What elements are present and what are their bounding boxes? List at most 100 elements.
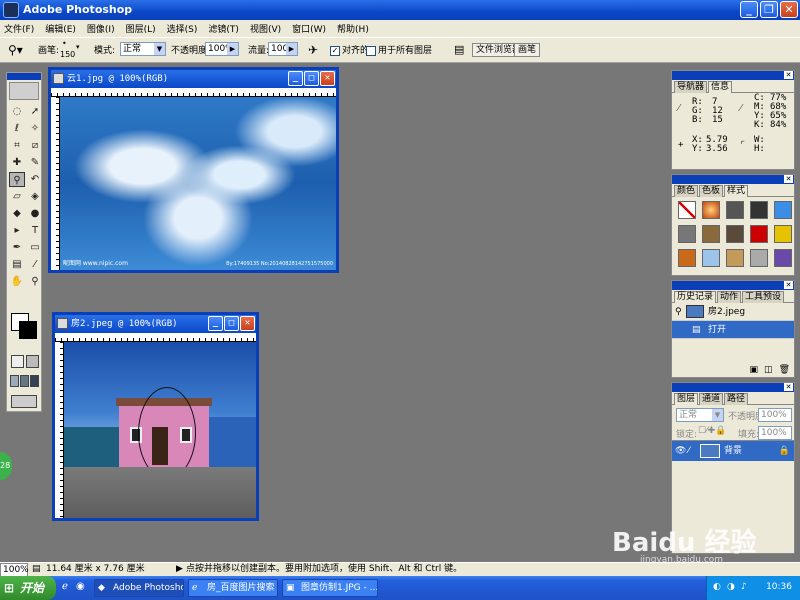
style-swatch[interactable] bbox=[726, 225, 744, 243]
lock-icons[interactable]: ☐⁄✚🔒 bbox=[698, 426, 726, 436]
notes-tool-icon[interactable]: ▤ bbox=[9, 257, 25, 272]
lasso-tool-icon[interactable]: ℓ bbox=[9, 121, 25, 136]
menu-help[interactable]: 帮助(H) bbox=[337, 22, 369, 35]
document-window-clouds[interactable]: 云1.jpg @ 100%(RGB) _ □ ✕ 昵图网 www.nipic.c… bbox=[48, 67, 339, 273]
tab-tool-presets[interactable]: 工具预设 bbox=[742, 291, 785, 303]
tab-history[interactable]: 历史记录 bbox=[674, 291, 717, 303]
trash-icon[interactable]: 🗑 bbox=[779, 365, 790, 375]
document-window-house[interactable]: 房2.jpeg @ 100%(RGB) _ □ ✕ bbox=[52, 312, 259, 521]
eraser-tool-icon[interactable]: ▱ bbox=[9, 189, 25, 204]
tab-color[interactable]: 颜色 bbox=[674, 185, 699, 197]
menu-image[interactable]: 图像(I) bbox=[87, 22, 115, 35]
document-size[interactable]: 11.64 厘米 x 7.76 厘米 bbox=[46, 563, 145, 576]
style-swatch[interactable] bbox=[774, 225, 792, 243]
ie-quicklaunch-icon[interactable]: ℯ bbox=[62, 581, 68, 592]
style-swatch[interactable] bbox=[726, 249, 744, 267]
standard-screen-mode-icon[interactable] bbox=[10, 375, 19, 387]
menu-window[interactable]: 窗口(W) bbox=[292, 22, 326, 35]
full-screen-mode-icon[interactable] bbox=[30, 375, 39, 387]
brush-tool-icon[interactable]: ✎ bbox=[27, 155, 43, 170]
close-icon[interactable]: ✕ bbox=[784, 71, 793, 79]
task-photoshop[interactable]: ◆ Adobe Photoshop bbox=[94, 579, 184, 597]
maximize-button[interactable]: □ bbox=[304, 71, 319, 86]
task-baidu-image-search[interactable]: ℯ房_百度图片搜索 ... bbox=[188, 579, 278, 597]
layer-opacity-field[interactable]: 100% bbox=[758, 408, 792, 422]
background-color-swatch[interactable] bbox=[19, 321, 37, 339]
close-icon[interactable]: ✕ bbox=[784, 281, 793, 289]
marquee-tool-icon[interactable]: ◌ bbox=[9, 104, 25, 119]
shape-tool-icon[interactable]: ▭ bbox=[27, 240, 43, 255]
tools-palette-titlebar[interactable] bbox=[7, 73, 41, 80]
layer-row-background[interactable]: 👁 ⁄ 背景 🔒 bbox=[672, 441, 794, 461]
dodge-tool-icon[interactable]: ● bbox=[27, 206, 43, 221]
full-screen-menu-mode-icon[interactable] bbox=[20, 375, 29, 387]
style-swatch[interactable] bbox=[702, 225, 720, 243]
menu-view[interactable]: 视图(V) bbox=[250, 22, 281, 35]
media-quicklaunch-icon[interactable]: ◉ bbox=[76, 581, 85, 592]
eyedropper-tool-icon[interactable]: ⁄ bbox=[27, 257, 43, 272]
style-swatch[interactable] bbox=[726, 201, 744, 219]
adobe-online-icon[interactable] bbox=[9, 82, 39, 100]
close-icon[interactable]: ✕ bbox=[784, 383, 793, 391]
menu-layer[interactable]: 图层(L) bbox=[126, 22, 156, 35]
minimize-button[interactable]: _ bbox=[288, 71, 303, 86]
style-none[interactable] bbox=[678, 201, 696, 219]
side-badge[interactable]: 28 bbox=[0, 452, 12, 480]
tab-navigator[interactable]: 导航器 bbox=[674, 81, 708, 93]
minimize-button[interactable]: _ bbox=[208, 316, 223, 331]
style-swatch[interactable] bbox=[678, 225, 696, 243]
house-image[interactable] bbox=[64, 342, 256, 518]
restore-button[interactable]: ❐ bbox=[760, 1, 778, 18]
pen-tool-icon[interactable]: ✒ bbox=[9, 240, 25, 255]
clone-stamp-tool-icon[interactable]: ⚲ bbox=[9, 172, 25, 187]
flow-field[interactable]: 100% ▶ bbox=[268, 42, 298, 56]
layer-fill-field[interactable]: 100% bbox=[758, 426, 792, 440]
path-selection-tool-icon[interactable]: ▸ bbox=[9, 223, 25, 238]
magic-wand-tool-icon[interactable]: ✧ bbox=[27, 121, 43, 136]
opacity-field[interactable]: 100% ▶ bbox=[205, 42, 239, 56]
start-button[interactable]: ⊞ 开始 bbox=[0, 576, 56, 600]
healing-brush-tool-icon[interactable]: ✚ bbox=[9, 155, 25, 170]
standard-mode-icon[interactable] bbox=[11, 355, 24, 368]
slice-tool-icon[interactable]: ⧄ bbox=[27, 138, 43, 153]
style-swatch[interactable] bbox=[774, 249, 792, 267]
brush-dropdown-icon[interactable]: ▾ bbox=[76, 43, 80, 51]
tab-actions[interactable]: 动作 bbox=[717, 291, 742, 303]
crop-tool-icon[interactable]: ⌗ bbox=[9, 138, 25, 153]
mode-select[interactable]: 正常 ▼ bbox=[120, 42, 166, 56]
close-button[interactable]: ✕ bbox=[240, 316, 255, 331]
eye-icon[interactable]: 👁 bbox=[675, 441, 686, 461]
style-swatch[interactable] bbox=[678, 249, 696, 267]
document-titlebar[interactable]: 云1.jpg @ 100%(RGB) _ □ ✕ bbox=[51, 70, 336, 88]
new-snapshot-icon[interactable]: ◫ bbox=[764, 365, 773, 375]
clouds-image[interactable]: 昵图网 www.nipic.com By:17409135 No:2014082… bbox=[60, 97, 336, 270]
brush-size[interactable]: 150 bbox=[60, 50, 75, 59]
panel-titlebar[interactable]: ✕ bbox=[672, 71, 794, 80]
close-button[interactable]: ✕ bbox=[320, 71, 335, 86]
panel-titlebar[interactable]: ✕ bbox=[672, 281, 794, 290]
type-tool-icon[interactable]: T bbox=[27, 223, 43, 238]
menu-file[interactable]: 文件(F) bbox=[4, 22, 34, 35]
tab-info[interactable]: 信息 bbox=[708, 81, 733, 93]
menu-edit[interactable]: 编辑(E) bbox=[45, 22, 76, 35]
aligned-checkbox[interactable]: ✓ 对齐的 bbox=[330, 43, 369, 56]
tab-channels[interactable]: 通道 bbox=[699, 393, 724, 405]
style-swatch[interactable] bbox=[774, 201, 792, 219]
tray-icon[interactable]: ♪ bbox=[741, 582, 747, 592]
style-swatch[interactable] bbox=[750, 201, 768, 219]
style-swatch[interactable] bbox=[702, 201, 720, 219]
tray-icon[interactable]: ◑ bbox=[727, 582, 735, 592]
task-image-viewer[interactable]: ▣ 图章仿制1.JPG - ... bbox=[282, 579, 378, 597]
brush-link-icon[interactable]: ⁄ bbox=[688, 441, 690, 461]
tab-swatches[interactable]: 色板 bbox=[699, 185, 724, 197]
quick-mask-mode-icon[interactable] bbox=[26, 355, 39, 368]
history-brush-tool-icon[interactable]: ↶ bbox=[27, 172, 43, 187]
tab-layers[interactable]: 图层 bbox=[674, 393, 699, 405]
blur-tool-icon[interactable]: ◆ bbox=[9, 206, 25, 221]
palette-well-icon[interactable]: ▤ bbox=[454, 43, 464, 56]
history-brush-source-icon[interactable]: ⚲ bbox=[675, 303, 682, 321]
close-icon[interactable]: ✕ bbox=[784, 175, 793, 183]
jump-to-imageready-icon[interactable] bbox=[11, 395, 37, 408]
minimize-button[interactable]: _ bbox=[740, 1, 758, 18]
hand-tool-icon[interactable]: ✋ bbox=[9, 274, 25, 289]
